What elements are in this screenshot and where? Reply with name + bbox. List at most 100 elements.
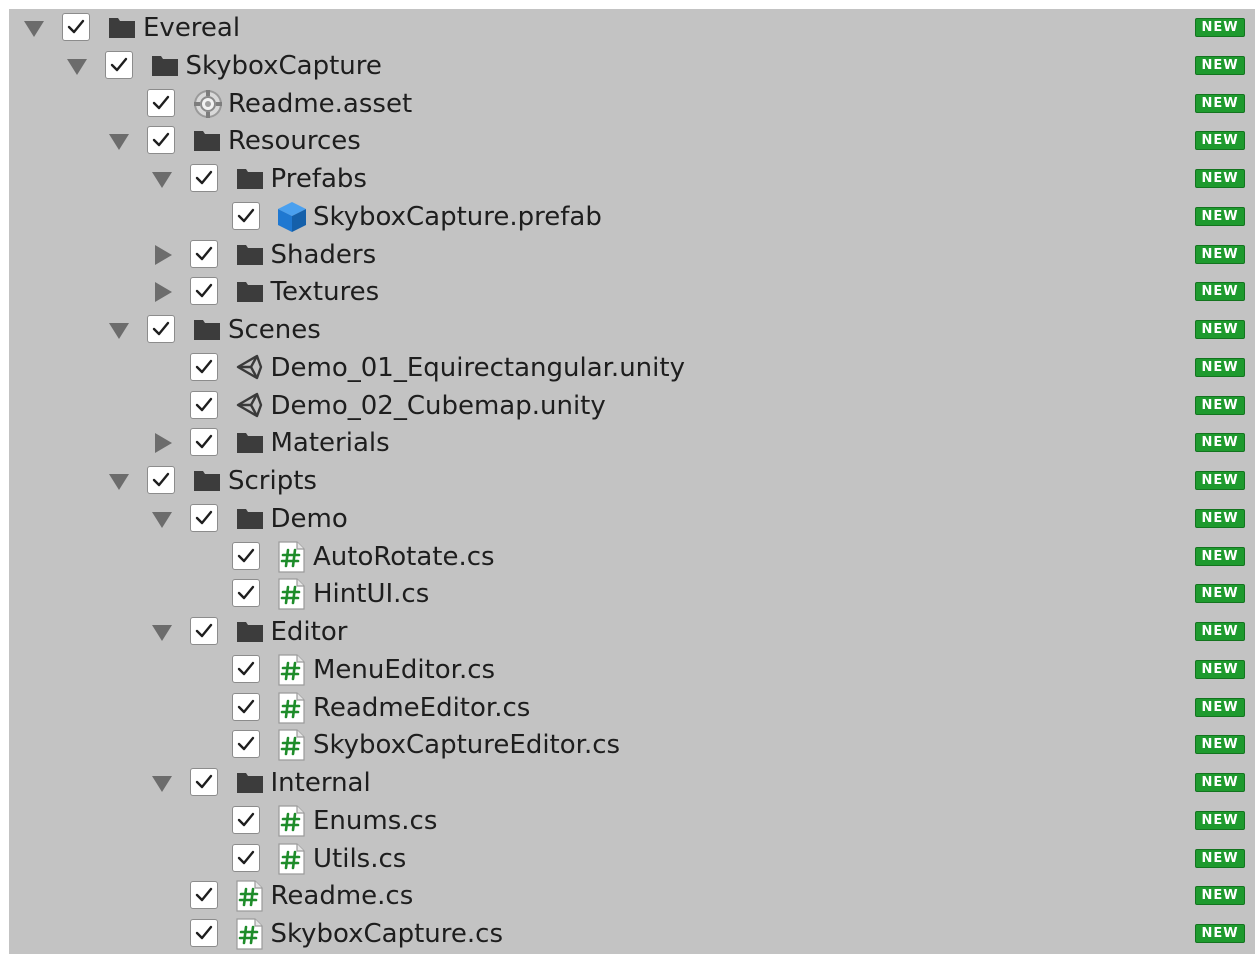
foldout-collapsed-icon[interactable]: [154, 433, 172, 454]
include-checkbox[interactable]: [232, 692, 260, 721]
include-checkbox[interactable]: [232, 843, 260, 872]
new-badge: NEW: [1195, 735, 1245, 755]
include-checkbox[interactable]: [147, 315, 175, 343]
tree-row[interactable]: Demo NEW: [9, 500, 1255, 538]
unity-scene-icon: [234, 351, 266, 383]
csharp-script-icon: [276, 691, 308, 724]
tree-row[interactable]: SkyboxCaptureEditor.cs NEW: [9, 726, 1255, 764]
foldout-collapsed-icon[interactable]: [154, 244, 172, 265]
new-badge: NEW: [1195, 357, 1245, 377]
foldout-expanded-icon[interactable]: [151, 511, 172, 528]
tree-row[interactable]: HintUI.cs NEW: [9, 575, 1255, 613]
tree-item-label: MenuEditor.cs: [313, 654, 496, 685]
foldout-expanded-icon[interactable]: [151, 625, 172, 641]
tree-item-label: Materials: [270, 428, 390, 459]
tree-row[interactable]: MenuEditor.cs NEW: [9, 651, 1255, 689]
tree-row[interactable]: SkyboxCapture NEW: [9, 47, 1255, 85]
new-badge: NEW: [1195, 206, 1245, 226]
tree-row[interactable]: Textures NEW: [9, 273, 1255, 311]
tree-item-label: Scripts: [228, 466, 317, 496]
foldout-expanded-icon[interactable]: [24, 21, 44, 37]
tree-row[interactable]: Resources NEW: [9, 122, 1255, 160]
tree-item-label: Scenes: [228, 315, 321, 345]
csharp-script-icon: [234, 879, 266, 912]
foldout-collapsed-icon[interactable]: [154, 282, 172, 303]
tree-item-label: Internal: [270, 768, 371, 798]
folder-icon: [191, 124, 223, 156]
tree-row[interactable]: Readme.asset NEW: [9, 85, 1255, 123]
tree-row[interactable]: Prefabs NEW: [9, 160, 1255, 198]
include-checkbox[interactable]: [189, 390, 218, 419]
include-checkbox[interactable]: [189, 277, 218, 306]
new-badge: NEW: [1195, 773, 1245, 792]
tree-item-label: Demo_02_Cubemap.unity: [270, 390, 606, 421]
include-checkbox[interactable]: [232, 805, 260, 834]
tree-item-label: AutoRotate.cs: [313, 541, 495, 572]
include-checkbox[interactable]: [189, 919, 218, 947]
tree-item-label: SkyboxCapture.prefab: [313, 201, 602, 232]
include-checkbox[interactable]: [189, 428, 218, 457]
new-badge: NEW: [1195, 697, 1245, 717]
include-checkbox[interactable]: [232, 730, 260, 759]
csharp-script-icon: [276, 842, 308, 875]
new-badge: NEW: [1195, 546, 1245, 566]
include-checkbox[interactable]: [232, 579, 260, 608]
tree-row[interactable]: SkyboxCapture.cs NEW: [9, 915, 1255, 953]
tree-item-label: Demo: [270, 503, 348, 534]
folder-icon: [234, 426, 266, 458]
folder-icon: [191, 313, 223, 345]
csharp-script-icon: [276, 653, 308, 686]
include-checkbox[interactable]: [147, 466, 175, 494]
tree-item-label: Prefabs: [270, 164, 367, 194]
tree-row[interactable]: Enums.cs NEW: [9, 802, 1255, 840]
include-checkbox[interactable]: [232, 654, 260, 683]
tree-row[interactable]: AutoRotate.cs NEW: [9, 538, 1255, 576]
tree-row[interactable]: Internal NEW: [9, 764, 1255, 802]
foldout-expanded-icon[interactable]: [151, 172, 172, 188]
new-badge: NEW: [1195, 471, 1245, 490]
tree-row[interactable]: Demo_01_Equirectangular.unity NEW: [9, 349, 1255, 387]
include-checkbox[interactable]: [189, 352, 218, 381]
folder-icon: [234, 238, 266, 270]
tree-row[interactable]: Evereal NEW: [9, 9, 1255, 47]
tree-row[interactable]: ReadmeEditor.cs NEW: [9, 689, 1255, 727]
settings-asset-icon: [191, 87, 223, 119]
csharp-script-icon: [276, 804, 308, 837]
tree-row[interactable]: Readme.cs NEW: [9, 877, 1255, 915]
foldout-expanded-icon[interactable]: [151, 776, 172, 792]
tree-item-label: SkyboxCapture.cs: [270, 919, 504, 949]
foldout-expanded-icon[interactable]: [66, 58, 87, 75]
foldout-expanded-icon[interactable]: [109, 323, 129, 339]
tree-item-label: Readme.cs: [270, 881, 414, 912]
tree-item-label: Resources: [228, 126, 361, 157]
tree-row[interactable]: Editor NEW: [9, 613, 1255, 651]
include-checkbox[interactable]: [189, 617, 218, 645]
include-checkbox[interactable]: [232, 201, 260, 230]
tree-row[interactable]: SkyboxCapture.prefab NEW: [9, 198, 1255, 236]
new-badge: NEW: [1195, 244, 1245, 264]
include-checkbox[interactable]: [147, 126, 175, 155]
include-checkbox[interactable]: [62, 13, 90, 41]
tree-row[interactable]: Utils.cs NEW: [9, 840, 1255, 878]
new-badge: NEW: [1195, 93, 1245, 113]
tree-row[interactable]: Shaders NEW: [9, 236, 1255, 274]
new-badge: NEW: [1195, 659, 1245, 679]
tree-row[interactable]: Materials NEW: [9, 424, 1255, 462]
include-checkbox[interactable]: [147, 88, 175, 117]
include-checkbox[interactable]: [189, 164, 218, 192]
include-checkbox[interactable]: [104, 50, 133, 79]
tree-item-label: Textures: [270, 277, 380, 308]
tree-row[interactable]: Scripts NEW: [9, 462, 1255, 500]
new-badge: NEW: [1195, 18, 1245, 37]
include-checkbox[interactable]: [189, 768, 218, 796]
tree-row[interactable]: Scenes NEW: [9, 311, 1255, 349]
folder-icon: [106, 11, 138, 43]
new-badge: NEW: [1195, 282, 1245, 302]
include-checkbox[interactable]: [232, 541, 260, 570]
include-checkbox[interactable]: [189, 503, 218, 532]
include-checkbox[interactable]: [189, 239, 218, 268]
tree-row[interactable]: Demo_02_Cubemap.unity NEW: [9, 387, 1255, 425]
include-checkbox[interactable]: [189, 881, 218, 910]
foldout-expanded-icon[interactable]: [109, 134, 129, 151]
foldout-expanded-icon[interactable]: [109, 474, 129, 490]
